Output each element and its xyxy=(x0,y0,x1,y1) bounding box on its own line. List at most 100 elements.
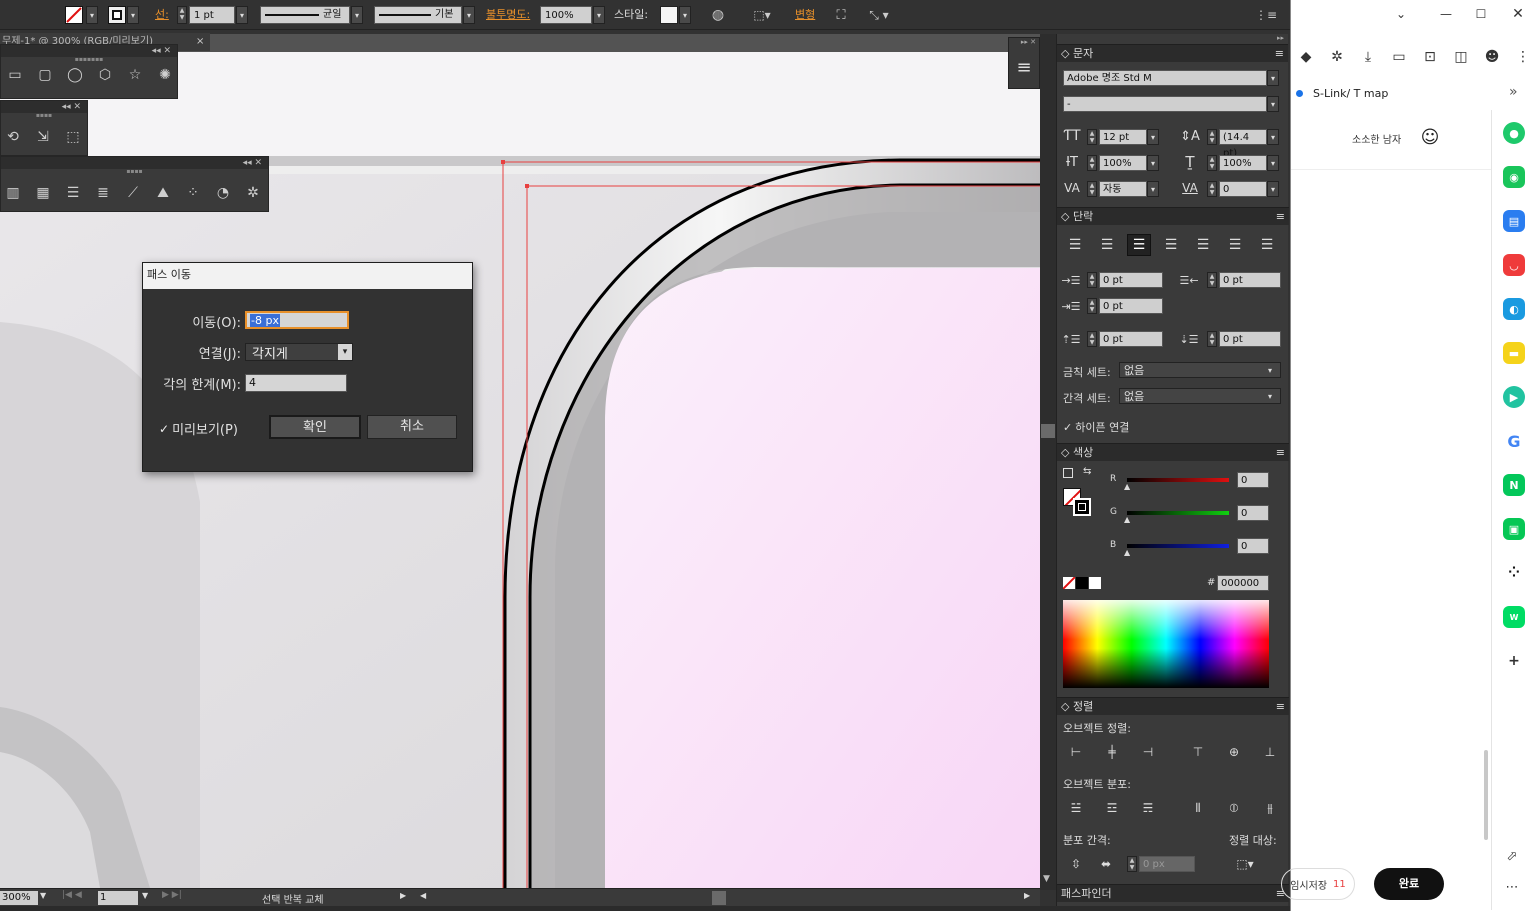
scroll-down-icon[interactable]: ▼ xyxy=(1043,874,1050,884)
isolate-icon[interactable]: ⛶ xyxy=(831,5,851,25)
star-tool-icon[interactable]: ☆ xyxy=(123,63,147,87)
align-left-icon[interactable]: ☰ xyxy=(1063,234,1087,256)
right-indent-spinner[interactable]: ▲ ▼ xyxy=(1207,272,1217,288)
space-after-field[interactable]: 0 pt xyxy=(1219,331,1281,347)
pie-graph-icon[interactable]: ◔ xyxy=(211,181,235,205)
pathfinder-panel-header[interactable]: 패스파인더 ≡ xyxy=(1057,884,1289,902)
google-icon[interactable]: G xyxy=(1503,430,1525,452)
stroke-swatch[interactable] xyxy=(108,6,126,24)
tracking-dropdown[interactable]: ▾ xyxy=(1267,181,1279,197)
chevron-down-icon[interactable]: ⌄ xyxy=(1391,4,1411,24)
leading-dropdown[interactable]: ▾ xyxy=(1267,129,1279,145)
g-field[interactable]: 0 xyxy=(1237,505,1269,521)
spacing-spinner[interactable]: ▲ ▼ xyxy=(1127,856,1137,872)
distribute-bottom-icon[interactable]: ☴ xyxy=(1137,798,1159,818)
font-size-spinner[interactable]: ▲ ▼ xyxy=(1087,129,1097,145)
horizontal-scale-spinner[interactable]: ▲ ▼ xyxy=(1207,155,1217,171)
scrollbar-thumb[interactable] xyxy=(1041,424,1055,438)
external-link-icon[interactable]: ⬀ xyxy=(1501,845,1523,867)
font-family-field[interactable]: Adobe 명조 Std M xyxy=(1063,70,1267,86)
g-slider-handle[interactable]: ▲ xyxy=(1124,515,1130,524)
tracking-field[interactable]: 0 xyxy=(1219,181,1267,197)
scatter-graph-icon[interactable]: ⁘ xyxy=(181,181,205,205)
recolor-icon[interactable]: ◍ xyxy=(708,5,728,25)
rounded-rectangle-tool-icon[interactable]: ▢ xyxy=(33,63,57,87)
stroke-dropdown[interactable]: ▾ xyxy=(127,6,139,24)
r-field[interactable]: 0 xyxy=(1237,472,1269,488)
font-size-field[interactable]: 12 pt xyxy=(1099,129,1147,145)
kerning-dropdown[interactable]: ▾ xyxy=(1147,181,1159,197)
stacked-bar-graph-icon[interactable]: ≣ xyxy=(91,181,115,205)
justify-left-icon[interactable]: ☰ xyxy=(1159,234,1183,256)
red-pocket-app-icon[interactable]: ◡ xyxy=(1503,254,1525,276)
distribute-right-icon[interactable]: ⫵ xyxy=(1259,798,1281,818)
ellipse-tool-icon[interactable]: ◯ xyxy=(63,63,87,87)
brush-dropdown[interactable]: ▾ xyxy=(463,6,475,24)
align-panel-header[interactable]: ◇ 정렬 ≡ xyxy=(1057,697,1289,715)
artboard-prev-icons[interactable]: |◀ ◀ xyxy=(62,890,82,900)
close-tab-icon[interactable]: × xyxy=(196,33,204,51)
artboard-next-icons[interactable]: ▶ ▶| xyxy=(162,890,182,900)
justify-center-icon[interactable]: ☰ xyxy=(1191,234,1215,256)
align-bottom-edge-icon[interactable]: ⊥ xyxy=(1259,742,1281,762)
align-to-selection-icon[interactable]: ⬚▾ xyxy=(748,5,776,25)
side-scrollbar[interactable] xyxy=(1484,750,1488,840)
left-indent-spinner[interactable]: ▲ ▼ xyxy=(1087,272,1097,288)
kerning-field[interactable]: 자동 xyxy=(1099,181,1147,197)
chevron-right-icon[interactable]: » xyxy=(1509,84,1518,100)
stacked-column-graph-icon[interactable]: ▦ xyxy=(31,181,55,205)
font-family-dropdown[interactable]: ▾ xyxy=(1267,70,1279,86)
webtoon-app-icon[interactable]: W xyxy=(1503,606,1525,628)
kinsoku-select[interactable]: 없음 ▾ xyxy=(1119,362,1281,378)
align-right-edge-icon[interactable]: ⊣ xyxy=(1137,742,1159,762)
stroke-profile-field[interactable]: 균일 xyxy=(260,6,350,24)
bookmark-link[interactable]: S-Link/ T map xyxy=(1313,87,1388,100)
stroke-weight-dropdown[interactable]: ▾ xyxy=(236,6,248,24)
align-center-icon[interactable]: ☰ xyxy=(1095,234,1119,256)
none-swatch[interactable] xyxy=(1063,577,1075,589)
ok-button[interactable]: 확인 xyxy=(269,415,361,439)
h-scroll-left-icon[interactable]: ◀ xyxy=(420,891,426,900)
panel-menu-icon[interactable]: ≡ xyxy=(1276,698,1289,716)
hex-field[interactable]: 000000 xyxy=(1217,575,1269,591)
profile-character-icon[interactable]: ☺ xyxy=(1417,124,1443,150)
leading-field[interactable]: (14.4 pt) xyxy=(1219,129,1267,159)
extensions-icon[interactable]: ✲ xyxy=(1324,44,1350,70)
h-scroll-right-icon[interactable]: ▶ xyxy=(1024,891,1030,900)
menu-lines-icon[interactable]: ≡ xyxy=(1009,48,1039,86)
flare-tool-icon[interactable]: ✺ xyxy=(153,63,177,87)
blue-green-app-icon[interactable]: ◐ xyxy=(1503,298,1525,320)
profile-avatar-icon[interactable]: ☻ xyxy=(1479,44,1505,70)
column-graph-icon[interactable]: ▥ xyxy=(1,181,25,205)
tracking-spinner[interactable]: ▲ ▼ xyxy=(1207,181,1217,197)
symbol-sprayer-icon[interactable]: ⟲ xyxy=(1,125,25,149)
minimize-icon[interactable]: — xyxy=(1436,4,1456,24)
area-graph-icon[interactable]: ⛰ xyxy=(151,181,175,205)
style-swatch[interactable] xyxy=(660,6,678,24)
screenshot-icon[interactable]: ⊡ xyxy=(1417,44,1443,70)
zoom-field[interactable]: 300% xyxy=(0,891,38,905)
b-slider-handle[interactable]: ▲ xyxy=(1124,548,1130,557)
default-colors-icon[interactable] xyxy=(1063,468,1073,478)
split-view-icon[interactable]: ◫ xyxy=(1448,44,1474,70)
horizontal-scale-dropdown[interactable]: ▾ xyxy=(1267,155,1279,171)
justify-all-icon[interactable]: ☰ xyxy=(1255,234,1279,256)
right-indent-field[interactable]: 0 pt xyxy=(1219,272,1281,288)
distribute-top-icon[interactable]: ☱ xyxy=(1065,798,1087,818)
puppet-warp-icon[interactable]: ⤡ ▾ xyxy=(862,5,896,25)
distribute-horizontal-space-icon[interactable]: ⬌ xyxy=(1095,854,1117,874)
align-to-selection-icon[interactable]: ⬚▾ xyxy=(1231,854,1259,874)
opacity-dropdown[interactable]: ▾ xyxy=(593,6,605,24)
color-panel-header[interactable]: ◇ 색상 ≡ xyxy=(1057,443,1289,461)
spacing-field[interactable]: 0 px xyxy=(1139,856,1195,872)
vertical-scrollbar[interactable]: ▼ xyxy=(1040,34,1057,890)
distribute-vertical-space-icon[interactable]: ⇳ xyxy=(1065,854,1087,874)
status-menu-icon[interactable]: ▶ xyxy=(400,891,406,900)
b-field[interactable]: 0 xyxy=(1237,538,1269,554)
space-before-spinner[interactable]: ▲ ▼ xyxy=(1087,331,1097,347)
brush-field[interactable]: 기본 xyxy=(374,6,462,24)
opacity-field[interactable]: 100% xyxy=(540,6,592,24)
left-indent-field[interactable]: 0 pt xyxy=(1099,272,1163,288)
opacity-label[interactable]: 불투명도: xyxy=(486,0,530,30)
green-chat-app-icon[interactable]: ◉ xyxy=(1503,166,1525,188)
